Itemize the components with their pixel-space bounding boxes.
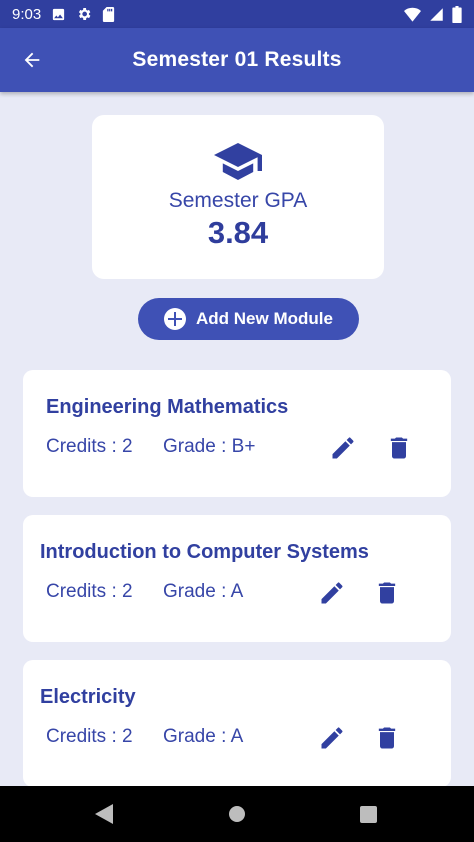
battery-icon xyxy=(452,5,462,23)
module-card[interactable]: Engineering Mathematics Credits : 2 Grad… xyxy=(23,370,451,497)
module-grade: Grade : B+ xyxy=(163,436,256,457)
add-new-module-label: Add New Module xyxy=(196,309,333,328)
gpa-value: 3.84 xyxy=(207,215,269,250)
sd-card-icon xyxy=(102,6,115,22)
trash-icon xyxy=(378,727,396,749)
edit-module-button[interactable] xyxy=(325,430,361,466)
module-name: Electricity xyxy=(40,686,136,708)
graduation-cap-icon xyxy=(214,143,262,180)
delete-module-button[interactable] xyxy=(369,575,405,611)
cellular-signal-icon xyxy=(429,7,444,22)
status-time: 9:03 xyxy=(12,5,42,23)
status-bar: 9:03 xyxy=(0,0,474,28)
gpa-card: Semester GPA 3.84 xyxy=(92,115,384,279)
module-card[interactable]: Introduction to Computer Systems Credits… xyxy=(23,515,451,642)
edit-module-button[interactable] xyxy=(314,720,350,756)
recents-square-icon xyxy=(359,805,377,823)
back-triangle-icon xyxy=(95,804,113,824)
nav-home-button[interactable] xyxy=(223,800,251,828)
image-icon xyxy=(51,7,66,22)
delete-module-button[interactable] xyxy=(369,720,405,756)
nav-back-button[interactable] xyxy=(90,800,118,828)
pencil-icon xyxy=(332,437,354,459)
module-name: Introduction to Computer Systems xyxy=(40,541,369,563)
pencil-icon xyxy=(321,727,343,749)
edit-module-button[interactable] xyxy=(314,575,350,611)
system-nav-bar xyxy=(0,786,474,842)
module-name: Engineering Mathematics xyxy=(46,396,289,418)
nav-recents-button[interactable] xyxy=(354,800,382,828)
module-credits: Credits : 2 xyxy=(46,581,133,602)
wifi-icon xyxy=(404,7,421,22)
add-new-module-button[interactable]: Add New Module xyxy=(138,298,359,340)
page-title: Semester 01 Results xyxy=(132,48,342,71)
gpa-label: Semester GPA xyxy=(168,189,308,212)
trash-icon xyxy=(378,582,396,604)
trash-icon xyxy=(390,437,408,459)
module-grade: Grade : A xyxy=(163,581,244,602)
add-circle-icon xyxy=(164,308,187,330)
delete-module-button[interactable] xyxy=(381,430,417,466)
module-credits: Credits : 2 xyxy=(46,726,133,747)
pencil-icon xyxy=(321,582,343,604)
module-card[interactable]: Electricity Credits : 2 Grade : A xyxy=(23,660,451,787)
module-grade: Grade : A xyxy=(163,726,244,747)
gear-icon xyxy=(76,6,92,22)
module-credits: Credits : 2 xyxy=(46,436,133,457)
home-circle-icon xyxy=(229,806,245,822)
app-bar: Semester 01 Results xyxy=(0,28,474,92)
